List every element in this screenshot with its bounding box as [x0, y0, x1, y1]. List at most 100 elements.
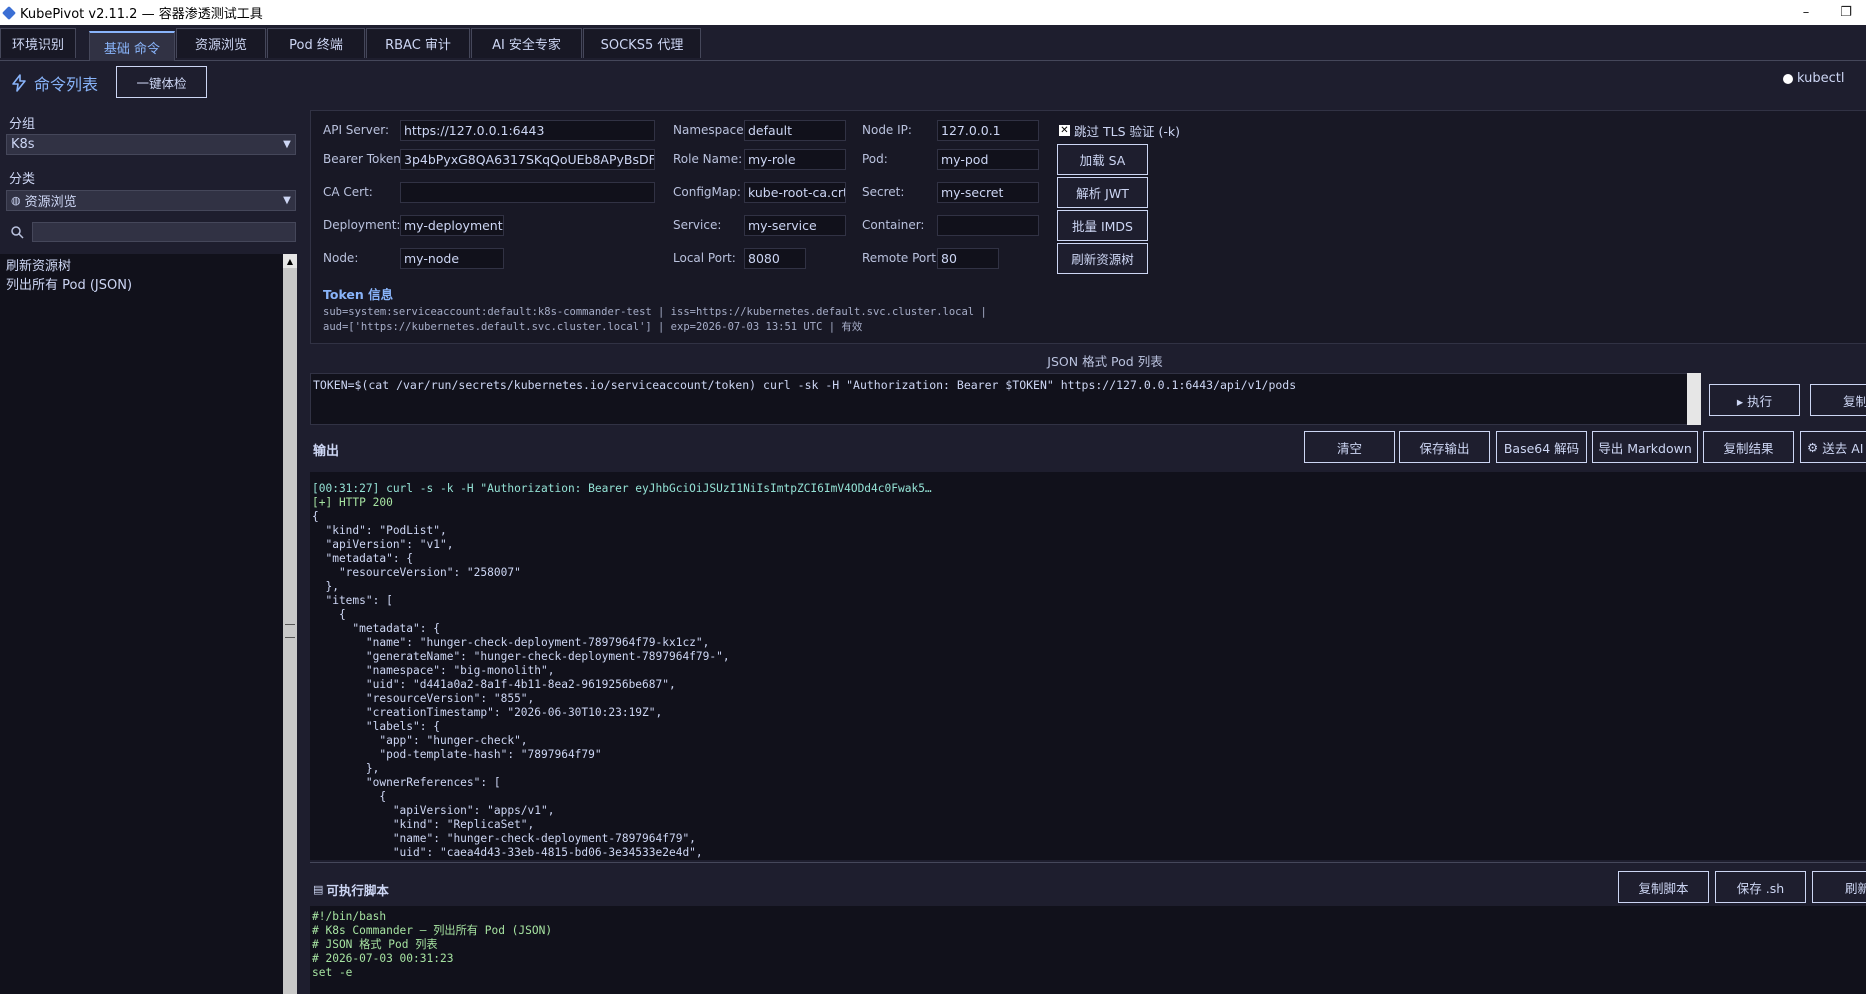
copy-result-button[interactable]: 复制结果 — [1703, 431, 1794, 463]
script-editor[interactable]: #!/bin/bash # K8s Commander — 列出所有 Pod (… — [310, 906, 1866, 994]
file-icon: ▤ — [313, 883, 324, 896]
search-row — [6, 222, 296, 244]
tab-rbac-audit[interactable]: RBAC 审计 — [366, 28, 470, 58]
api-server-input[interactable]: https://127.0.0.1:6443 — [400, 120, 655, 141]
tab-pod-terminal[interactable]: Pod 终端 — [267, 28, 365, 58]
output-command-line: [00:31:27] curl -s -k -H "Authorization:… — [312, 482, 932, 495]
bearer-token-label: Bearer Token: — [323, 152, 405, 166]
group-select[interactable]: K8s ▼ — [6, 134, 296, 155]
load-sa-button[interactable]: 加载 SA — [1057, 144, 1148, 175]
search-input[interactable] — [32, 222, 296, 242]
execute-button[interactable]: ▸ 执行 — [1709, 384, 1800, 416]
namespace-label: Namespace: — [673, 123, 748, 137]
role-name-label: Role Name: — [673, 152, 743, 166]
clear-output-button[interactable]: 清空 — [1304, 431, 1395, 463]
lightning-icon — [12, 74, 26, 92]
pod-label: Pod: — [862, 152, 888, 166]
ca-cert-label: CA Cert: — [323, 185, 373, 199]
node-ip-label: Node IP: — [862, 123, 912, 137]
node-ip-input[interactable]: 127.0.0.1 — [937, 120, 1039, 141]
command-editor[interactable]: TOKEN=$(cat /var/run/secrets/kubernetes.… — [310, 373, 1690, 425]
skip-tls-label: 跳过 TLS 验证 (-k) — [1074, 124, 1180, 139]
command-list-label: 命令列表 — [34, 75, 99, 94]
pod-input[interactable]: my-pod — [937, 149, 1039, 170]
service-input[interactable]: my-service — [744, 215, 846, 236]
scroll-grip-icon[interactable] — [285, 624, 295, 638]
search-icon — [11, 226, 24, 239]
secret-input[interactable]: my-secret — [937, 182, 1039, 203]
status-dot-icon — [1783, 73, 1793, 84]
globe-icon: ◍ — [11, 194, 21, 207]
token-info-title: Token 信息 — [323, 287, 394, 302]
tab-resource-browse[interactable]: 资源浏览 — [176, 28, 266, 58]
scroll-up-icon[interactable]: ▲ — [283, 254, 297, 268]
category-label: 分类 — [9, 172, 36, 187]
command-header: 命令列表 一键体检 — [0, 61, 1866, 106]
secret-label: Secret: — [862, 185, 905, 199]
configmap-input[interactable]: kube-root-ca.crt — [744, 182, 846, 203]
parse-jwt-button[interactable]: 解析 JWT — [1057, 177, 1148, 208]
kubectl-label: kubectl — [1797, 71, 1845, 86]
restore-button[interactable]: ❐ — [1826, 0, 1866, 25]
output-label: 输出 — [313, 444, 340, 459]
configmap-label: ConfigMap: — [673, 185, 741, 199]
chevron-down-icon[interactable]: ▼ — [279, 191, 295, 210]
share-icon: ⚙ — [1807, 439, 1819, 455]
command-list: 刷新资源树 列出所有 Pod (JSON) — [0, 254, 283, 994]
output-console[interactable]: [00:31:27] curl -s -k -H "Authorization:… — [310, 472, 1866, 860]
one-click-check-button[interactable]: 一键体检 — [116, 66, 207, 98]
token-info-line-2: aud=['https://kubernetes.default.svc.clu… — [323, 321, 863, 333]
copy-command-button[interactable]: 复制 — [1810, 384, 1866, 416]
refresh-script-button[interactable]: 刷新 — [1812, 871, 1866, 903]
send-to-ai-button[interactable]: ⚙ 送去 AI — [1800, 431, 1866, 463]
script-label: 可执行脚本 — [326, 883, 389, 898]
category-select[interactable]: ◍ 资源浏览 ▼ — [6, 190, 296, 211]
tab-socks5-proxy[interactable]: SOCKS5 代理 — [583, 28, 701, 58]
refresh-tree-button[interactable]: 刷新资源树 — [1057, 243, 1148, 274]
export-markdown-button[interactable]: 导出 Markdown — [1592, 431, 1698, 463]
main-tab-bar: 环境识别 基础 命令 资源浏览 Pod 终端 RBAC 审计 AI 安全专家 S… — [0, 25, 1866, 61]
skip-tls-checkbox[interactable]: ✕ 跳过 TLS 验证 (-k) — [1059, 121, 1180, 140]
script-content[interactable]: #!/bin/bash # K8s Commander — 列出所有 Pod (… — [312, 910, 552, 980]
script-label-row: ▤ 可执行脚本 — [313, 880, 389, 899]
command-editor-scrollbar[interactable] — [1687, 373, 1701, 425]
node-label: Node: — [323, 251, 359, 265]
save-output-button[interactable]: 保存输出 — [1399, 431, 1490, 463]
deployment-input[interactable]: my-deployment — [400, 215, 504, 236]
checkbox-checked-icon[interactable]: ✕ — [1059, 125, 1070, 136]
save-sh-button[interactable]: 保存 .sh — [1715, 871, 1806, 903]
command-item-refresh-tree[interactable]: 刷新资源树 — [6, 255, 71, 274]
service-label: Service: — [673, 218, 722, 232]
title-bar: KubePivot v2.11.2 — 容器渗透测试工具 – ❐ — [0, 0, 1866, 25]
deployment-label: Deployment: — [323, 218, 401, 232]
remote-port-label: Remote Port: — [862, 251, 940, 265]
local-port-input[interactable]: 8080 — [744, 248, 806, 269]
ca-cert-input[interactable] — [400, 182, 655, 203]
copy-script-button[interactable]: 复制脚本 — [1618, 871, 1709, 903]
local-port-label: Local Port: — [673, 251, 736, 265]
container-label: Container: — [862, 218, 925, 232]
group-select-value: K8s — [11, 137, 35, 152]
app-logo-icon — [2, 5, 16, 20]
token-info-line-1: sub=system:serviceaccount:default:k8s-co… — [323, 306, 987, 318]
tab-basic-commands[interactable]: 基础 命令 — [89, 31, 175, 61]
command-list-scrollbar[interactable]: ▲ — [283, 254, 297, 994]
bearer-token-input[interactable]: 3p4bPyxG8QA6317SKqQoUEb8APyBsDFciw — [400, 149, 655, 170]
container-input[interactable] — [937, 215, 1039, 236]
command-description: JSON 格式 Pod 列表 — [1047, 354, 1163, 369]
minimize-button[interactable]: – — [1786, 0, 1826, 25]
command-item-list-pods-json[interactable]: 列出所有 Pod (JSON) — [6, 274, 132, 293]
node-input[interactable]: my-node — [400, 248, 504, 269]
category-select-value: 资源浏览 — [24, 195, 77, 210]
batch-imds-button[interactable]: 批量 IMDS — [1057, 210, 1148, 241]
remote-port-input[interactable]: 80 — [937, 248, 999, 269]
tab-env-detect[interactable]: 环境识别 — [0, 28, 76, 58]
role-name-input[interactable]: my-role — [744, 149, 846, 170]
send-to-ai-label: 送去 AI — [1822, 440, 1864, 456]
tab-ai-expert[interactable]: AI 安全专家 — [471, 28, 582, 58]
base64-decode-button[interactable]: Base64 解码 — [1496, 431, 1587, 463]
namespace-input[interactable]: default — [744, 120, 846, 141]
command-text[interactable]: TOKEN=$(cat /var/run/secrets/kubernetes.… — [313, 378, 1296, 392]
chevron-down-icon[interactable]: ▼ — [279, 135, 295, 154]
kubectl-status-badge: kubectl — [1783, 71, 1844, 86]
